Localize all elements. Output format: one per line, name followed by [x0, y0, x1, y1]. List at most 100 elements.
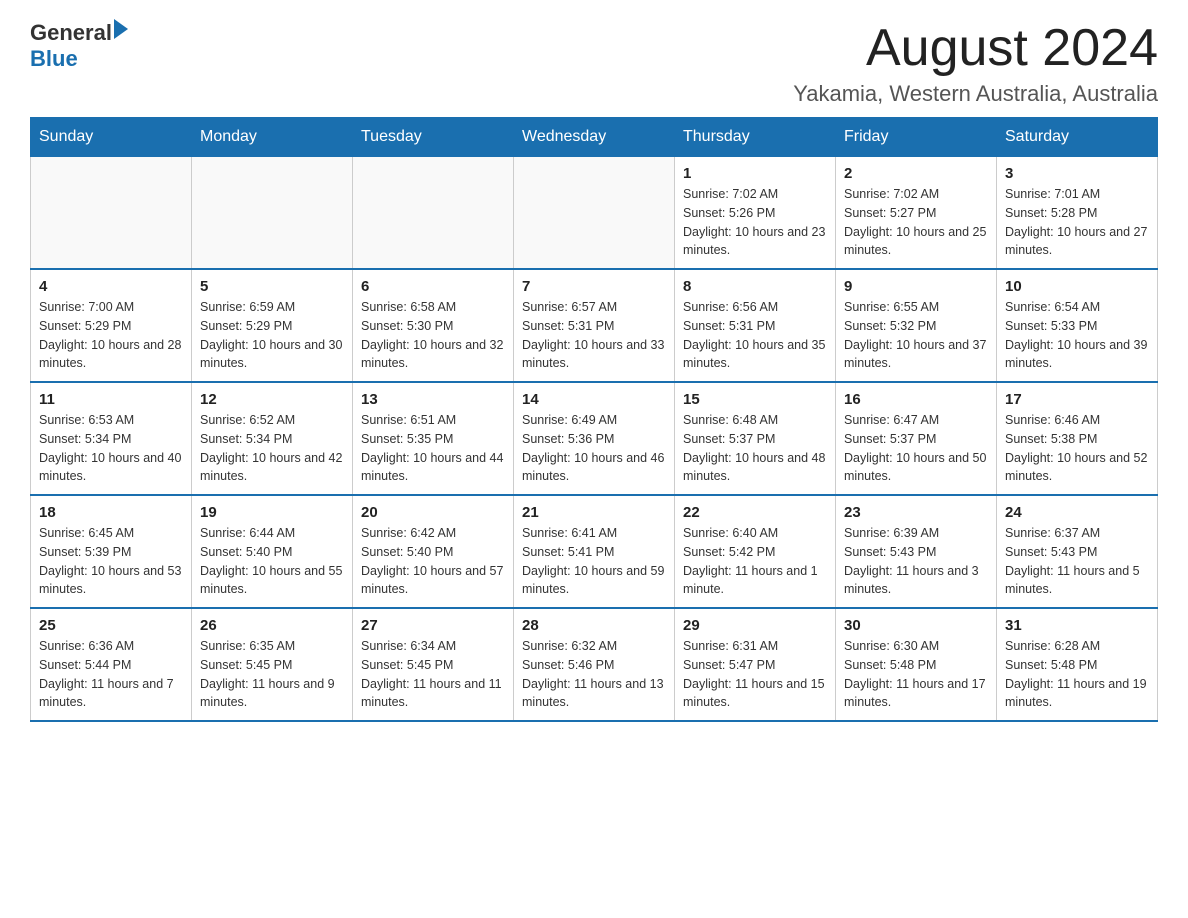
day-info: Sunrise: 7:00 AMSunset: 5:29 PMDaylight:…	[39, 298, 183, 373]
calendar-header-saturday: Saturday	[997, 118, 1158, 157]
day-info: Sunrise: 6:46 AMSunset: 5:38 PMDaylight:…	[1005, 411, 1149, 486]
day-info: Sunrise: 6:44 AMSunset: 5:40 PMDaylight:…	[200, 524, 344, 599]
calendar-cell: 14 Sunrise: 6:49 AMSunset: 5:36 PMDayligh…	[514, 382, 675, 495]
day-info: Sunrise: 6:34 AMSunset: 5:45 PMDaylight:…	[361, 637, 505, 712]
calendar-cell: 24Sunrise: 6:37 AMSunset: 5:43 PMDayligh…	[997, 495, 1158, 608]
calendar-cell	[192, 157, 353, 270]
day-number: 6	[361, 278, 505, 295]
day-info: Sunrise: 6:41 AMSunset: 5:41 PMDaylight:…	[522, 524, 666, 599]
day-number: 10	[1005, 278, 1149, 295]
day-number: 19	[200, 504, 344, 521]
day-info: Sunrise: 6:35 AMSunset: 5:45 PMDaylight:…	[200, 637, 344, 712]
calendar-cell: 9 Sunrise: 6:55 AMSunset: 5:32 PMDaylight…	[836, 269, 997, 382]
day-number: 17	[1005, 391, 1149, 408]
day-number: 28	[522, 617, 666, 634]
month-title: August 2024	[793, 20, 1158, 77]
calendar-week-row: 11 Sunrise: 6:53 AMSunset: 5:34 PMDayligh…	[31, 382, 1158, 495]
calendar-cell: 1Sunrise: 7:02 AMSunset: 5:26 PMDaylight…	[675, 157, 836, 270]
calendar-cell: 31 Sunrise: 6:28 AMSunset: 5:48 PMDayligh…	[997, 608, 1158, 721]
calendar-cell: 18 Sunrise: 6:45 AMSunset: 5:39 PMDayligh…	[31, 495, 192, 608]
day-info: Sunrise: 6:57 AMSunset: 5:31 PMDaylight:…	[522, 298, 666, 373]
calendar-header-thursday: Thursday	[675, 118, 836, 157]
day-info: Sunrise: 7:02 AMSunset: 5:26 PMDaylight:…	[683, 185, 827, 260]
calendar-cell: 29 Sunrise: 6:31 AMSunset: 5:47 PMDayligh…	[675, 608, 836, 721]
location-text: Yakamia, Western Australia, Australia	[793, 81, 1158, 107]
day-number: 23	[844, 504, 988, 521]
day-info: Sunrise: 6:39 AMSunset: 5:43 PMDaylight:…	[844, 524, 988, 599]
day-number: 3	[1005, 165, 1149, 182]
day-number: 4	[39, 278, 183, 295]
calendar-week-row: 1Sunrise: 7:02 AMSunset: 5:26 PMDaylight…	[31, 157, 1158, 270]
logo-blue-text: Blue	[30, 46, 78, 72]
day-info: Sunrise: 6:31 AMSunset: 5:47 PMDaylight:…	[683, 637, 827, 712]
calendar-header-sunday: Sunday	[31, 118, 192, 157]
calendar-cell: 26 Sunrise: 6:35 AMSunset: 5:45 PMDayligh…	[192, 608, 353, 721]
calendar-cell: 10 Sunrise: 6:54 AMSunset: 5:33 PMDayligh…	[997, 269, 1158, 382]
calendar-header-monday: Monday	[192, 118, 353, 157]
day-info: Sunrise: 6:48 AMSunset: 5:37 PMDaylight:…	[683, 411, 827, 486]
calendar-cell: 25 Sunrise: 6:36 AMSunset: 5:44 PMDayligh…	[31, 608, 192, 721]
day-number: 9	[844, 278, 988, 295]
calendar-cell: 5Sunrise: 6:59 AMSunset: 5:29 PMDaylight…	[192, 269, 353, 382]
day-number: 27	[361, 617, 505, 634]
calendar-cell: 15 Sunrise: 6:48 AMSunset: 5:37 PMDayligh…	[675, 382, 836, 495]
day-number: 7	[522, 278, 666, 295]
calendar-cell: 17 Sunrise: 6:46 AMSunset: 5:38 PMDayligh…	[997, 382, 1158, 495]
calendar-cell	[514, 157, 675, 270]
day-number: 2	[844, 165, 988, 182]
day-number: 18	[39, 504, 183, 521]
day-info: Sunrise: 6:59 AMSunset: 5:29 PMDaylight:…	[200, 298, 344, 373]
calendar-header-row: SundayMondayTuesdayWednesdayThursdayFrid…	[31, 118, 1158, 157]
day-info: Sunrise: 6:42 AMSunset: 5:40 PMDaylight:…	[361, 524, 505, 599]
day-number: 22	[683, 504, 827, 521]
day-info: Sunrise: 6:53 AMSunset: 5:34 PMDaylight:…	[39, 411, 183, 486]
day-number: 29	[683, 617, 827, 634]
day-info: Sunrise: 6:32 AMSunset: 5:46 PMDaylight:…	[522, 637, 666, 712]
day-info: Sunrise: 6:28 AMSunset: 5:48 PMDaylight:…	[1005, 637, 1149, 712]
calendar-cell: 2Sunrise: 7:02 AMSunset: 5:27 PMDaylight…	[836, 157, 997, 270]
calendar-cell	[353, 157, 514, 270]
title-section: August 2024 Yakamia, Western Australia, …	[793, 20, 1158, 107]
calendar-cell: 20 Sunrise: 6:42 AMSunset: 5:40 PMDayligh…	[353, 495, 514, 608]
calendar-cell	[31, 157, 192, 270]
calendar-header-tuesday: Tuesday	[353, 118, 514, 157]
day-number: 14	[522, 391, 666, 408]
calendar-cell: 7 Sunrise: 6:57 AMSunset: 5:31 PMDaylight…	[514, 269, 675, 382]
day-number: 20	[361, 504, 505, 521]
day-info: Sunrise: 6:55 AMSunset: 5:32 PMDaylight:…	[844, 298, 988, 373]
calendar-header-friday: Friday	[836, 118, 997, 157]
day-info: Sunrise: 6:47 AMSunset: 5:37 PMDaylight:…	[844, 411, 988, 486]
day-info: Sunrise: 6:30 AMSunset: 5:48 PMDaylight:…	[844, 637, 988, 712]
calendar-cell: 27 Sunrise: 6:34 AMSunset: 5:45 PMDayligh…	[353, 608, 514, 721]
logo-arrow-icon	[114, 19, 128, 39]
calendar-cell: 19 Sunrise: 6:44 AMSunset: 5:40 PMDayligh…	[192, 495, 353, 608]
day-number: 15	[683, 391, 827, 408]
calendar-cell: 8Sunrise: 6:56 AMSunset: 5:31 PMDaylight…	[675, 269, 836, 382]
calendar-cell: 6 Sunrise: 6:58 AMSunset: 5:30 PMDaylight…	[353, 269, 514, 382]
day-number: 21	[522, 504, 666, 521]
day-number: 26	[200, 617, 344, 634]
page-header: General Blue August 2024 Yakamia, Wester…	[30, 20, 1158, 107]
day-info: Sunrise: 6:49 AMSunset: 5:36 PMDaylight:…	[522, 411, 666, 486]
day-number: 25	[39, 617, 183, 634]
day-number: 31	[1005, 617, 1149, 634]
day-info: Sunrise: 6:45 AMSunset: 5:39 PMDaylight:…	[39, 524, 183, 599]
calendar-cell: 16 Sunrise: 6:47 AMSunset: 5:37 PMDayligh…	[836, 382, 997, 495]
day-number: 24	[1005, 504, 1149, 521]
calendar-cell: 12Sunrise: 6:52 AMSunset: 5:34 PMDayligh…	[192, 382, 353, 495]
day-info: Sunrise: 6:54 AMSunset: 5:33 PMDaylight:…	[1005, 298, 1149, 373]
calendar-header-wednesday: Wednesday	[514, 118, 675, 157]
calendar-week-row: 18 Sunrise: 6:45 AMSunset: 5:39 PMDayligh…	[31, 495, 1158, 608]
day-number: 16	[844, 391, 988, 408]
day-info: Sunrise: 6:36 AMSunset: 5:44 PMDaylight:…	[39, 637, 183, 712]
day-info: Sunrise: 6:58 AMSunset: 5:30 PMDaylight:…	[361, 298, 505, 373]
day-info: Sunrise: 6:56 AMSunset: 5:31 PMDaylight:…	[683, 298, 827, 373]
day-info: Sunrise: 6:40 AMSunset: 5:42 PMDaylight:…	[683, 524, 827, 599]
calendar-cell: 30 Sunrise: 6:30 AMSunset: 5:48 PMDayligh…	[836, 608, 997, 721]
calendar-cell: 4 Sunrise: 7:00 AMSunset: 5:29 PMDaylight…	[31, 269, 192, 382]
day-number: 30	[844, 617, 988, 634]
logo-general-text: General	[30, 20, 112, 46]
calendar-cell: 22 Sunrise: 6:40 AMSunset: 5:42 PMDayligh…	[675, 495, 836, 608]
day-number: 11	[39, 391, 183, 408]
calendar-cell: 21 Sunrise: 6:41 AMSunset: 5:41 PMDayligh…	[514, 495, 675, 608]
